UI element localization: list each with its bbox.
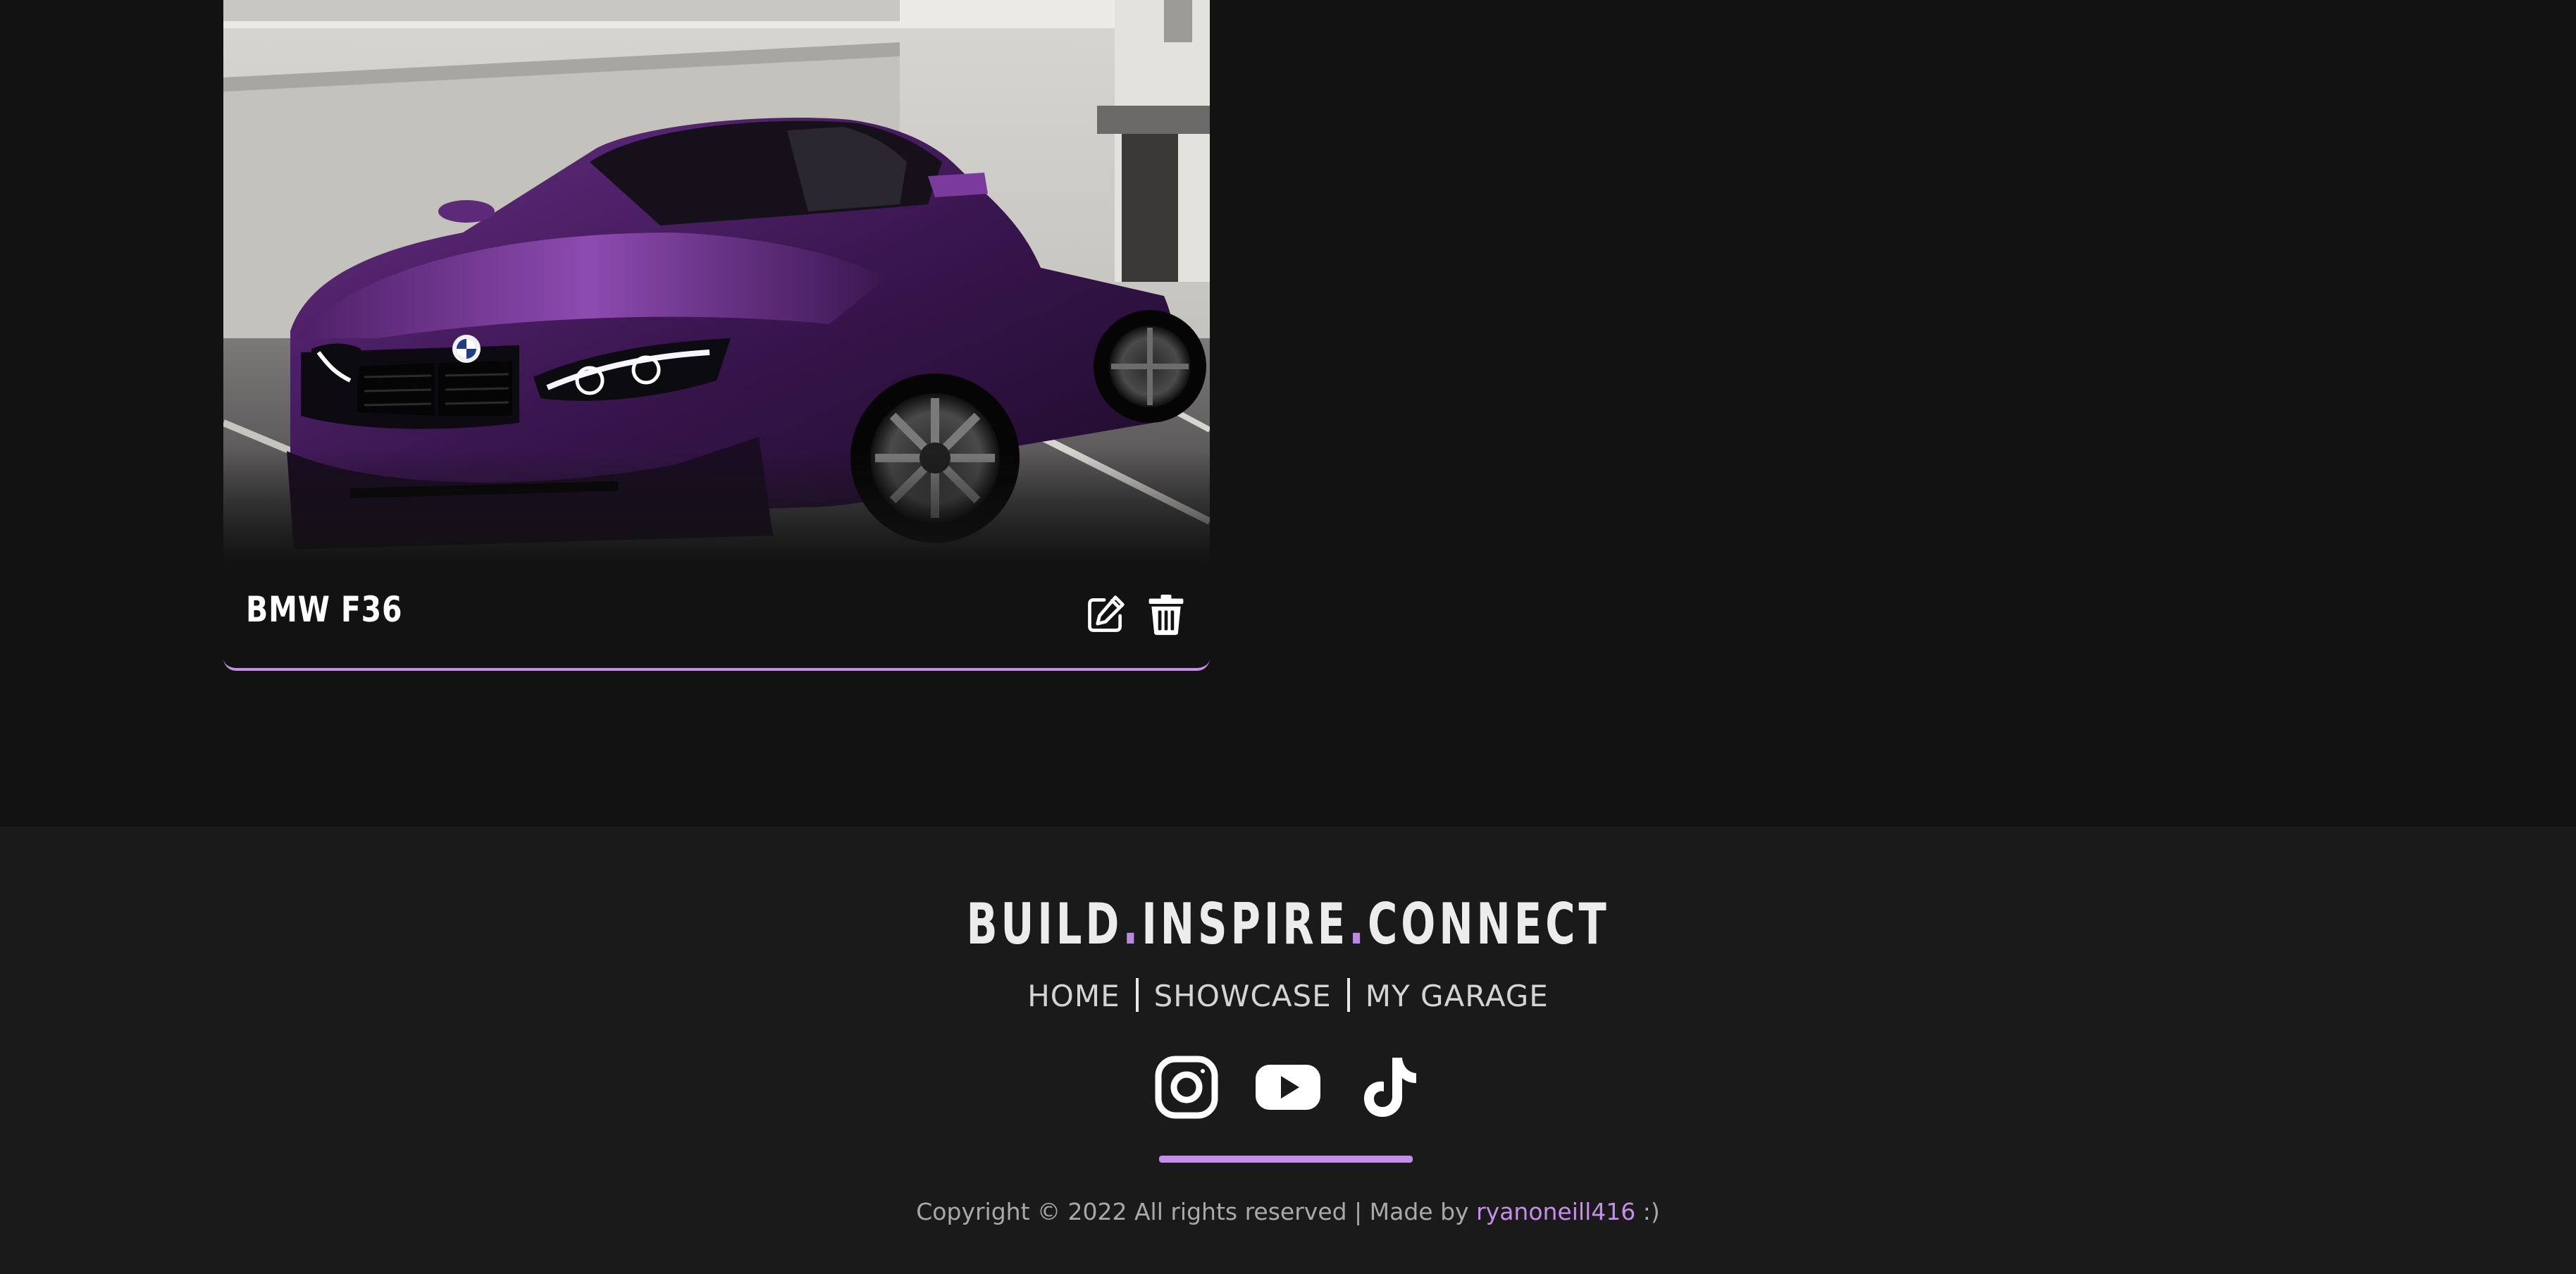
car-card[interactable]: BMW F36 — [223, 0, 1210, 671]
tagline-word-connect: CONNECT — [1367, 891, 1610, 957]
car-photo — [223, 0, 1210, 564]
edit-icon[interactable] — [1084, 593, 1127, 636]
author-link[interactable]: ryanoneill416 — [1476, 1198, 1635, 1225]
tagline-dot: . — [1122, 891, 1142, 957]
tiktok-icon[interactable] — [1356, 1053, 1423, 1121]
tagline-word-inspire: INSPIRE — [1141, 891, 1349, 957]
footer-link-my-garage[interactable]: MY GARAGE — [1350, 979, 1564, 1013]
copyright-suffix: :) — [1642, 1198, 1660, 1225]
card-footer: BMW F36 — [223, 564, 1210, 665]
footer-nav: HOME SHOWCASE MY GARAGE — [0, 978, 2576, 1013]
footer-divider — [1159, 1156, 1413, 1163]
youtube-icon[interactable] — [1254, 1053, 1322, 1121]
car-name: BMW F36 — [246, 589, 403, 630]
footer-link-showcase[interactable]: SHOWCASE — [1139, 979, 1347, 1013]
footer-tagline: BUILD.INSPIRE.CONNECT — [0, 891, 2576, 957]
instagram-icon[interactable] — [1153, 1053, 1220, 1121]
tagline-dot: . — [1348, 891, 1368, 957]
copyright-text: Copyright © 2022 All rights reserved | M… — [0, 1198, 2576, 1225]
copyright-prefix: Copyright © 2022 All rights reserved | M… — [916, 1198, 1469, 1225]
footer-link-home[interactable]: HOME — [1012, 979, 1135, 1013]
main-content: BMW F36 — [0, 0, 2576, 827]
tagline-word-build: BUILD — [966, 891, 1123, 957]
trash-icon[interactable] — [1145, 593, 1187, 636]
social-links — [0, 1053, 2576, 1124]
site-footer: BUILD.INSPIRE.CONNECT HOME SHOWCASE MY GAR… — [0, 827, 2576, 1274]
